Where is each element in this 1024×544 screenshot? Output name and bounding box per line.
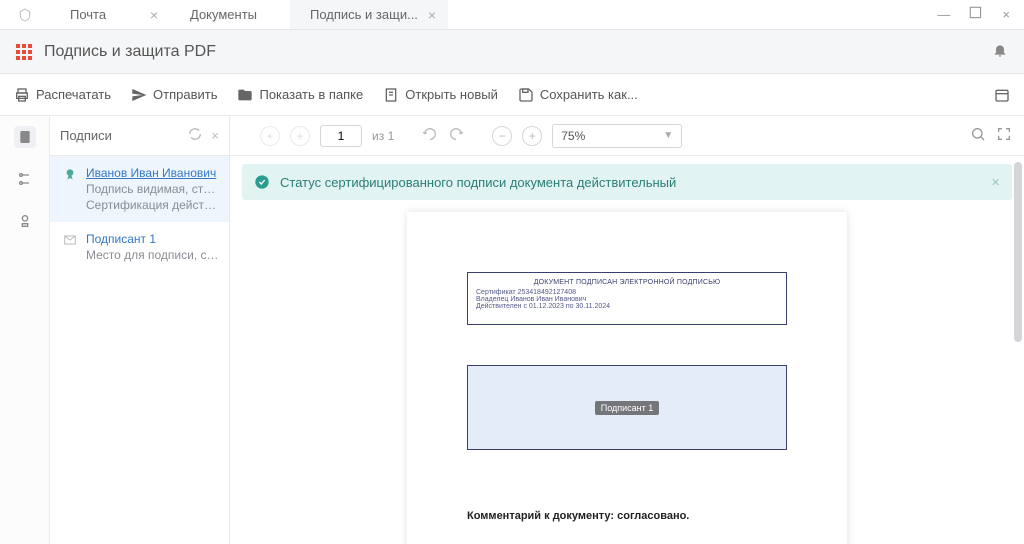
- save-as-button[interactable]: Сохранить как...: [518, 87, 638, 103]
- certificate-box: ДОКУМЕНТ ПОДПИСАН ЭЛЕКТРОННОЙ ПОДПИСЬЮ С…: [467, 272, 787, 325]
- status-bar: Статус сертифицированного подписи докуме…: [242, 164, 1012, 200]
- scrollbar-thumb[interactable]: [1014, 162, 1022, 342]
- header: Подпись и защита PDF: [0, 30, 1024, 74]
- minimize-icon[interactable]: —: [937, 7, 950, 22]
- signer-name: Иванов Иван Иванович: [86, 166, 219, 180]
- zoom-in-icon[interactable]: +: [522, 126, 542, 146]
- tab-mail[interactable]: Почта ×: [50, 0, 170, 29]
- tab-documents[interactable]: Документы: [170, 0, 290, 29]
- tab-label: Документы: [190, 7, 257, 22]
- close-icon[interactable]: ×: [428, 7, 436, 23]
- open-new-button[interactable]: Открыть новый: [383, 87, 498, 103]
- title-bar: Почта × Документы Подпись и защи... × — …: [0, 0, 1024, 30]
- pdf-page: ДОКУМЕНТ ПОДПИСАН ЭЛЕКТРОННОЙ ПОДПИСЬЮ С…: [407, 212, 847, 544]
- print-button[interactable]: Распечатать: [14, 87, 111, 103]
- app-logo-icon: [0, 0, 50, 29]
- notifications-icon[interactable]: [992, 42, 1008, 61]
- rotate-left-icon[interactable]: [422, 126, 438, 145]
- rail-document-icon[interactable]: [14, 126, 36, 148]
- window-controls: — ×: [923, 0, 1024, 29]
- main: Подписи × Иванов Иван Иванович Подпись в…: [0, 116, 1024, 544]
- signature-item[interactable]: Иванов Иван Иванович Подпись видимая, ст…: [50, 156, 229, 222]
- check-circle-icon: [254, 174, 270, 190]
- search-icon[interactable]: [970, 126, 986, 145]
- page-count-label: из 1: [372, 129, 394, 143]
- signature-detail: Место для подписи, стр.1: [86, 248, 219, 262]
- content-area: + + из 1 − + 75%▼ Статус сертифицированн…: [230, 116, 1024, 544]
- signer-badge: Подписант 1: [595, 401, 660, 415]
- status-text: Статус сертифицированного подписи докуме…: [280, 175, 676, 190]
- button-label: Открыть новый: [405, 87, 498, 102]
- document-viewport[interactable]: Статус сертифицированного подписи докуме…: [230, 156, 1024, 544]
- tab-label: Подпись и защи...: [310, 7, 418, 22]
- toolbar: Распечатать Отправить Показать в папке О…: [0, 74, 1024, 116]
- page-number-input[interactable]: [320, 125, 362, 147]
- panel-header: Подписи ×: [50, 116, 229, 156]
- maximize-icon[interactable]: [968, 5, 984, 24]
- signature-detail: Сертификация действит...: [86, 198, 219, 212]
- certificate-icon: [62, 166, 78, 212]
- tabs: Почта × Документы Подпись и защи... ×: [50, 0, 923, 29]
- close-window-icon[interactable]: ×: [1002, 7, 1010, 22]
- page-toolbar: + + из 1 − + 75%▼: [230, 116, 1024, 156]
- cert-line: Сертификат 253418492127408: [476, 289, 778, 296]
- rail-structure-icon[interactable]: [14, 168, 36, 190]
- signature-detail: Подпись видимая, стр.1: [86, 182, 219, 196]
- next-page-icon[interactable]: +: [290, 126, 310, 146]
- cert-line: Владелец Иванов Иван Иванович: [476, 296, 778, 303]
- fullscreen-icon[interactable]: [996, 126, 1012, 145]
- send-button[interactable]: Отправить: [131, 87, 217, 103]
- cert-header: ДОКУМЕНТ ПОДПИСАН ЭЛЕКТРОННОЙ ПОДПИСЬЮ: [476, 279, 778, 286]
- panel-title: Подписи: [60, 128, 179, 143]
- signature-placeholder[interactable]: Подписант 1: [467, 365, 787, 450]
- button-label: Отправить: [153, 87, 217, 102]
- rail-stamp-icon[interactable]: [14, 210, 36, 232]
- tab-sign-protect[interactable]: Подпись и защи... ×: [290, 0, 448, 29]
- signer-name: Подписант 1: [86, 232, 219, 246]
- vertical-scrollbar[interactable]: [1014, 162, 1022, 538]
- cert-line: Действителен с 01.12.2023 по 30.11.2024: [476, 303, 778, 310]
- signatures-panel: Подписи × Иванов Иван Иванович Подпись в…: [50, 116, 230, 544]
- rotate-right-icon[interactable]: [448, 126, 464, 145]
- prev-page-icon[interactable]: +: [260, 126, 280, 146]
- button-label: Показать в папке: [259, 87, 363, 102]
- apps-grid-icon[interactable]: [16, 44, 32, 60]
- close-icon[interactable]: ×: [150, 7, 158, 23]
- show-in-folder-button[interactable]: Показать в папке: [237, 87, 363, 103]
- zoom-select[interactable]: 75%▼: [552, 124, 682, 148]
- close-panel-icon[interactable]: ×: [211, 128, 219, 143]
- zoom-out-icon[interactable]: −: [492, 126, 512, 146]
- left-rail: [0, 116, 50, 544]
- chevron-down-icon: ▼: [663, 130, 673, 141]
- button-label: Распечатать: [36, 87, 111, 102]
- document-comment: Комментарий к документу: согласовано.: [467, 510, 787, 522]
- page-title: Подпись и защита PDF: [44, 43, 216, 61]
- refresh-icon[interactable]: [187, 126, 203, 145]
- calendar-icon[interactable]: [994, 87, 1010, 103]
- placeholder-icon: [62, 232, 78, 262]
- signature-item[interactable]: Подписант 1 Место для подписи, стр.1: [50, 222, 229, 272]
- tab-label: Почта: [70, 7, 106, 22]
- close-status-icon[interactable]: ×: [991, 174, 1000, 191]
- button-label: Сохранить как...: [540, 87, 638, 102]
